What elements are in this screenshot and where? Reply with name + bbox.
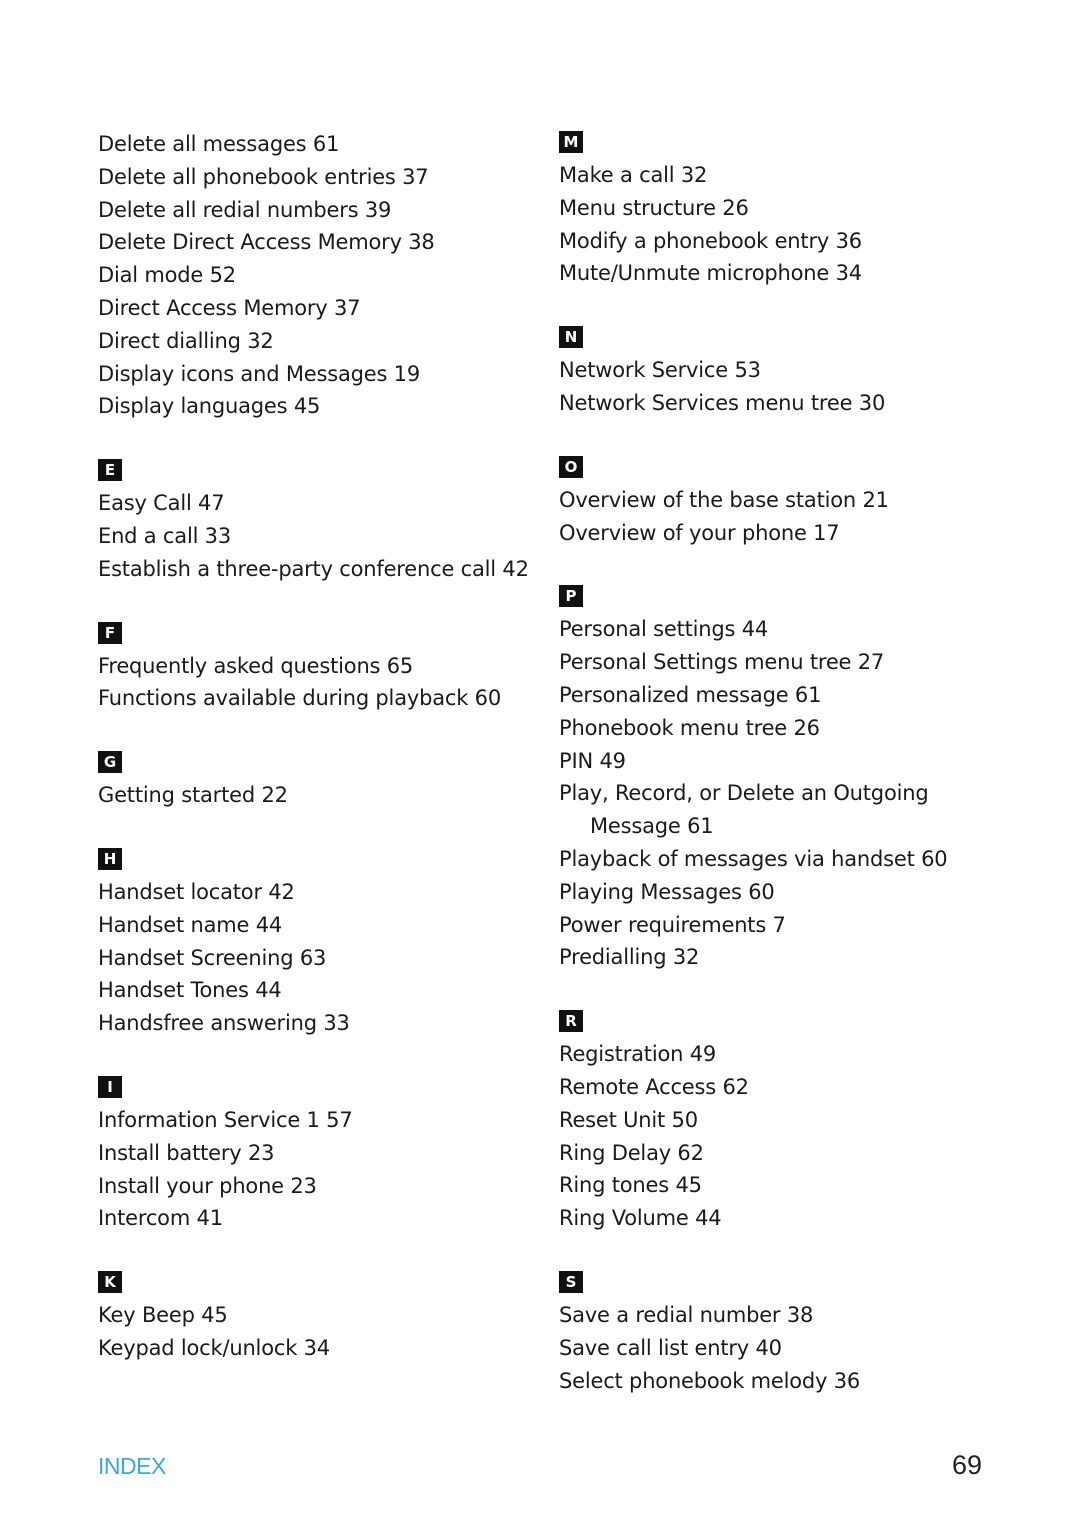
index-section: I Information Service 1 57 Install battery… xyxy=(98,1073,538,1235)
section-letter-badge: R xyxy=(559,1010,583,1033)
index-entry: Handset locator 42 xyxy=(98,879,295,904)
section-letter-badge: M xyxy=(559,131,583,153)
index-section: H Handset locator 42 Handset name 44 Handse… xyxy=(98,845,538,1040)
index-entry: Save call list entry 40 xyxy=(559,1335,782,1360)
section-letter-badge: P xyxy=(559,585,583,608)
index-entry: Remote Access 62 xyxy=(559,1074,749,1099)
index-entry: Reset Unit 50 xyxy=(559,1107,698,1132)
index-entry: End a call 33 xyxy=(98,523,232,548)
index-entry: Handset Tones 44 xyxy=(98,978,282,1003)
index-entry: Dial mode 52 xyxy=(98,263,236,288)
section-letter-badge: I xyxy=(98,1075,122,1098)
index-section: G Getting started 22 xyxy=(98,748,538,812)
index-entry: Delete all messages 61 xyxy=(98,132,340,156)
index-entry: Personal Settings menu tree 27 xyxy=(559,650,885,675)
index-entry: Getting started 22 xyxy=(98,783,288,808)
index-entry: Phonebook menu tree 26 xyxy=(559,715,820,740)
section-letter-badge: E xyxy=(98,459,122,482)
index-entry: Playback of messages via handset 60 xyxy=(559,846,948,871)
index-section: F Frequently asked questions 65 Functions … xyxy=(98,619,538,716)
index-column-left: Delete all messages 61 Delete all phonebo… xyxy=(98,128,538,1398)
index-entry: Network Service 53 xyxy=(559,358,761,383)
footer-section-label: INDEX xyxy=(98,1453,166,1479)
section-letter-badge: G xyxy=(98,751,122,774)
index-entry: Personalized message 61 xyxy=(559,682,822,707)
index-entry: Predialling 32 xyxy=(559,945,700,970)
index-entry: Message 61 xyxy=(590,814,714,839)
index-entry: Display icons and Messages 19 xyxy=(98,361,420,386)
index-entry: Power requirements 7 xyxy=(559,912,786,937)
index-entry: Frequently asked questions 65 xyxy=(98,653,414,678)
section-letter-badge: H xyxy=(98,847,122,870)
index-entry: Keypad lock/unlock 34 xyxy=(98,1335,330,1360)
index-entry: Save a redial number 38 xyxy=(559,1302,814,1327)
section-letter-badge: F xyxy=(98,621,122,644)
index-section: R Registration 49 Remote Access 62 Reset Un… xyxy=(559,1007,999,1235)
index-column-right: M Make a call 32 Menu structure 26 Modify a… xyxy=(559,128,999,1430)
index-entry: Handset name 44 xyxy=(98,912,283,937)
index-entry: Mute/Unmute microphone 34 xyxy=(559,261,862,286)
section-letter-badge: S xyxy=(559,1270,583,1293)
index-section: M Make a call 32 Menu structure 26 Modify a… xyxy=(559,128,999,290)
index-entry: Handsfree answering 33 xyxy=(98,1011,350,1036)
index-entry: Direct dialling 32 xyxy=(98,328,274,353)
index-entry: Playing Messages 60 xyxy=(559,879,775,904)
index-entry: Network Services menu tree 30 xyxy=(559,390,886,415)
section-letter-badge: K xyxy=(98,1271,122,1294)
index-entry: PIN 49 xyxy=(559,748,626,773)
index-entry: Overview of your phone 17 xyxy=(559,520,840,545)
index-entry: Install your phone 23 xyxy=(98,1173,317,1198)
index-entry: Direct Access Memory 37 xyxy=(98,295,361,320)
section-letter-badge: N xyxy=(559,326,583,349)
index-entry: Menu structure 26 xyxy=(559,195,749,220)
index-entry: Delete Direct Access Memory 38 xyxy=(98,230,435,255)
index-section: N Network Service 53 Network Services menu… xyxy=(559,323,999,420)
index-entry: Overview of the base station 21 xyxy=(559,487,889,512)
index-section: K Key Beep 45 Keypad lock/unlock 34 xyxy=(98,1268,538,1365)
index-entry: Display languages 45 xyxy=(98,394,321,419)
index-entry: Registration 49 xyxy=(559,1042,717,1067)
index-entry: Delete all phonebook entries 37 xyxy=(98,164,429,189)
index-section: O Overview of the base station 21 Overview… xyxy=(559,453,999,550)
index-entry: Select phonebook melody 36 xyxy=(559,1368,861,1393)
index-entry: Ring Volume 44 xyxy=(559,1206,722,1231)
index-entry: Ring Delay 62 xyxy=(559,1140,704,1165)
index-entry: Easy Call 47 xyxy=(98,491,225,516)
index-entry: Intercom 41 xyxy=(98,1206,223,1231)
index-entry: Ring tones 45 xyxy=(559,1173,702,1198)
index-entry: Play, Record, or Delete an Outgoing xyxy=(559,781,929,806)
index-section: P Personal settings 44 Personal Settings m… xyxy=(559,582,999,974)
section-letter-badge: O xyxy=(559,455,583,478)
index-section: S Save a redial number 38 Save call list e… xyxy=(559,1268,999,1397)
index-section: Delete all messages 61 Delete all phonebo… xyxy=(98,128,538,423)
page-number: 69 xyxy=(951,1450,982,1480)
index-entry: Handset Screening 63 xyxy=(98,945,327,970)
index-entry: Install battery 23 xyxy=(98,1140,275,1165)
index-entry: Delete all redial numbers 39 xyxy=(98,197,392,222)
index-entry: Make a call 32 xyxy=(559,163,708,187)
index-entry: Modify a phonebook entry 36 xyxy=(559,228,862,253)
index-section: E Easy Call 47 End a call 33 Establish a th… xyxy=(98,456,538,585)
index-entry: Establish a three-party conference call … xyxy=(98,556,529,581)
index-entry: Functions available during playback 60 xyxy=(98,686,501,711)
index-entry: Key Beep 45 xyxy=(98,1303,228,1328)
index-entry: Personal settings 44 xyxy=(559,617,769,642)
index-entry: Information Service 1 57 xyxy=(98,1107,353,1132)
